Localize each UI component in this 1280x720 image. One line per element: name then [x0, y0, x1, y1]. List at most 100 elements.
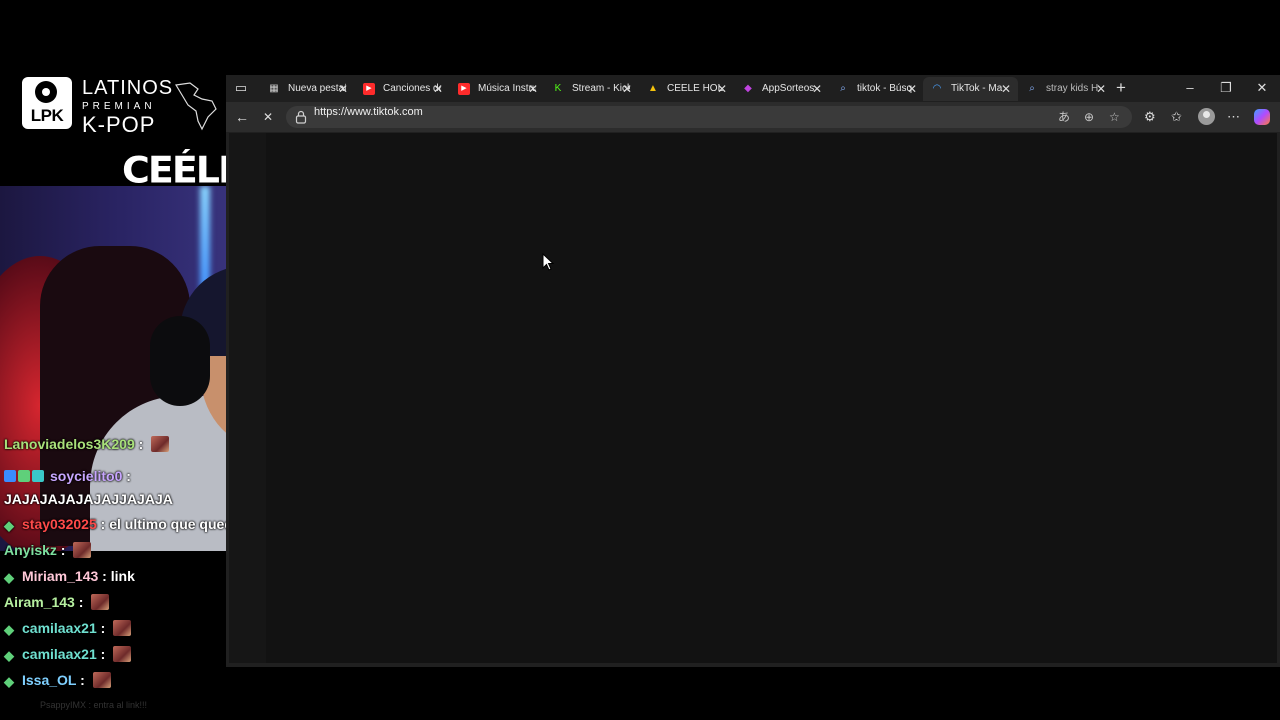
chat-username: Issa_OL: [22, 672, 77, 688]
chat-message: ◆ Issa_OL :: [4, 672, 111, 689]
vinyl-disc-icon: [35, 81, 57, 103]
chat-emote-icon: [92, 672, 111, 688]
appsorteos-icon: ◆: [744, 83, 752, 94]
chat-username: soycielito0: [50, 468, 123, 484]
chat-username: Lanoviadelos3K209: [4, 436, 135, 452]
chat-badges: [4, 469, 46, 485]
chat-emote-icon: [113, 620, 132, 636]
tab-close-button[interactable]: ✕: [1095, 77, 1107, 101]
chat-message: Airam_143 :: [4, 594, 110, 610]
chat-separator: :: [96, 516, 110, 532]
url-text[interactable]: https://www.tiktok.com: [314, 106, 423, 118]
chat-separator: :: [74, 594, 88, 610]
chat-username: Airam_143: [4, 594, 75, 610]
subscriber-gem-icon: ◆: [4, 674, 14, 689]
chat-emote-icon: [151, 436, 170, 452]
chat-separator: :: [76, 672, 89, 688]
chat-emote-icon: [91, 594, 110, 610]
copilot-icon[interactable]: [1254, 109, 1270, 125]
extensions-icon[interactable]: ⚙: [1144, 110, 1156, 124]
chat-emote-icon: [113, 646, 132, 662]
chat-separator: :: [122, 468, 131, 484]
tab-close-button[interactable]: ✕: [527, 77, 539, 101]
lpk-logo: LPK LATINOS PREMIAN K-POP: [22, 77, 222, 137]
navigation-toolbar: ← ✕ https://www.tiktok.com あ ⊕ ☆ ⚙ ✩ ⋯: [226, 102, 1280, 132]
mouse-pointer-icon: [542, 253, 554, 271]
site-info-icon[interactable]: [295, 110, 307, 124]
lpk-badge-text: LPK: [30, 106, 64, 125]
tab-close-button[interactable]: ✕: [337, 77, 349, 101]
tab-7[interactable]: ⌕ tiktok - Búsq ✕: [829, 77, 924, 101]
more-menu-icon[interactable]: ⋯: [1227, 110, 1240, 124]
chat-text: el ultimo que queda: [109, 516, 241, 532]
tab-1[interactable]: ▦Nueva pestaña✕: [260, 77, 355, 101]
subscriber-gem-icon: ◆: [4, 648, 14, 663]
chat-separator: :: [134, 436, 148, 452]
subscriber-gem-icon: ◆: [4, 570, 14, 585]
logo-text: LATINOS PREMIAN K-POP: [82, 77, 173, 138]
kick-icon: K: [554, 83, 562, 94]
lpk-logo-badge: LPK: [22, 77, 72, 129]
back-button[interactable]: ←: [235, 110, 249, 124]
chat-message: ◆ stay032025 : el ultimo que queda: [4, 516, 241, 533]
chat-message: Lanoviadelos3K209 :: [4, 436, 170, 452]
tab-close-button[interactable]: ✕: [621, 77, 633, 101]
chat-text: JAJAJAJAJAJAJJAJAJA: [4, 491, 173, 507]
zoom-icon[interactable]: ⊕: [1084, 111, 1094, 123]
stop-loading-button[interactable]: ✕: [263, 110, 273, 124]
close-window-button[interactable]: ✕: [1254, 79, 1270, 97]
chat-message: ◆ camilaax21 :: [4, 646, 132, 663]
subscriber-gem-icon: ◆: [4, 518, 14, 533]
new-tab-page-icon: ▦: [269, 83, 279, 94]
read-aloud-icon[interactable]: あ: [1058, 111, 1070, 123]
tab-close-button[interactable]: ✕: [1000, 77, 1012, 101]
chat-message: ◆ Miriam_143 : link: [4, 568, 135, 585]
chat-text: link: [110, 568, 135, 584]
page-sidebar: [229, 133, 266, 663]
subscriber-gem-icon: ◆: [4, 622, 14, 637]
tab-4[interactable]: K Stream - Kick ✕: [544, 77, 639, 101]
favorite-star-icon[interactable]: ☆: [1109, 111, 1120, 123]
logo-line-1: LATINOS: [82, 77, 174, 99]
tab-8[interactable]: ◠ TikTok - Ma ✕: [923, 77, 1018, 101]
new-tab-button[interactable]: +: [1116, 79, 1126, 97]
tab-close-button[interactable]: ✕: [716, 77, 728, 101]
chat-separator: :: [98, 568, 111, 584]
logo-line-2: PREMIAN: [82, 101, 156, 112]
search-icon: ⌕: [840, 83, 846, 94]
tab-9[interactable]: ⌕ stray kids H ✕: [1018, 77, 1113, 101]
chat-separator: :: [96, 646, 110, 662]
latin-america-map-icon: [175, 82, 217, 131]
chat-username: Anyiskz: [4, 542, 57, 558]
address-bar[interactable]: https://www.tiktok.com あ ⊕ ☆: [286, 106, 1132, 128]
page-content[interactable]: [229, 133, 1277, 663]
chat-username: Miriam_143: [22, 568, 99, 584]
logo-line-3: K-POP: [82, 112, 156, 137]
chat-separator: :: [56, 542, 70, 558]
tab-close-button[interactable]: ✕: [811, 77, 823, 101]
restore-button[interactable]: ❐: [1218, 79, 1234, 97]
youtube-icon: ▶: [363, 83, 375, 95]
google-drive-icon: ▲: [648, 83, 658, 94]
headphones: [150, 316, 210, 406]
chat-emote-icon: [73, 542, 92, 558]
browser-window: ▭ ▦Nueva pestaña✕▶Canciones de✕▶Música I…: [226, 75, 1280, 667]
chat-message: Anyiskz :: [4, 542, 92, 558]
tab-3[interactable]: ▶ Música Instru ✕: [450, 77, 545, 101]
minimize-button[interactable]: –: [1182, 79, 1198, 97]
loading-spinner-icon: ◠: [932, 83, 942, 94]
chat-separator: :: [96, 620, 110, 636]
chat-username: stay032025: [22, 516, 97, 532]
youtube-icon: ▶: [458, 83, 470, 95]
profile-avatar-icon[interactable]: [1198, 108, 1215, 125]
tab-actions-icon[interactable]: ▭: [234, 81, 248, 95]
favorites-icon[interactable]: ✩: [1171, 110, 1182, 124]
tab-2[interactable]: ▶ Canciones de ✕: [355, 77, 450, 101]
tab-5[interactable]: ▲ CEELE HOL ✕: [639, 77, 734, 101]
chat-message: ◆ camilaax21 :: [4, 620, 132, 637]
chat-username: camilaax21: [22, 646, 97, 662]
tab-close-button[interactable]: ✕: [906, 77, 918, 101]
chat-message: soycielito0 : JAJAJAJAJAJAJJAJAJA: [4, 468, 173, 507]
tab-close-button[interactable]: ✕: [432, 77, 444, 101]
tab-6[interactable]: ◆ AppSorteos ✕: [734, 77, 829, 101]
